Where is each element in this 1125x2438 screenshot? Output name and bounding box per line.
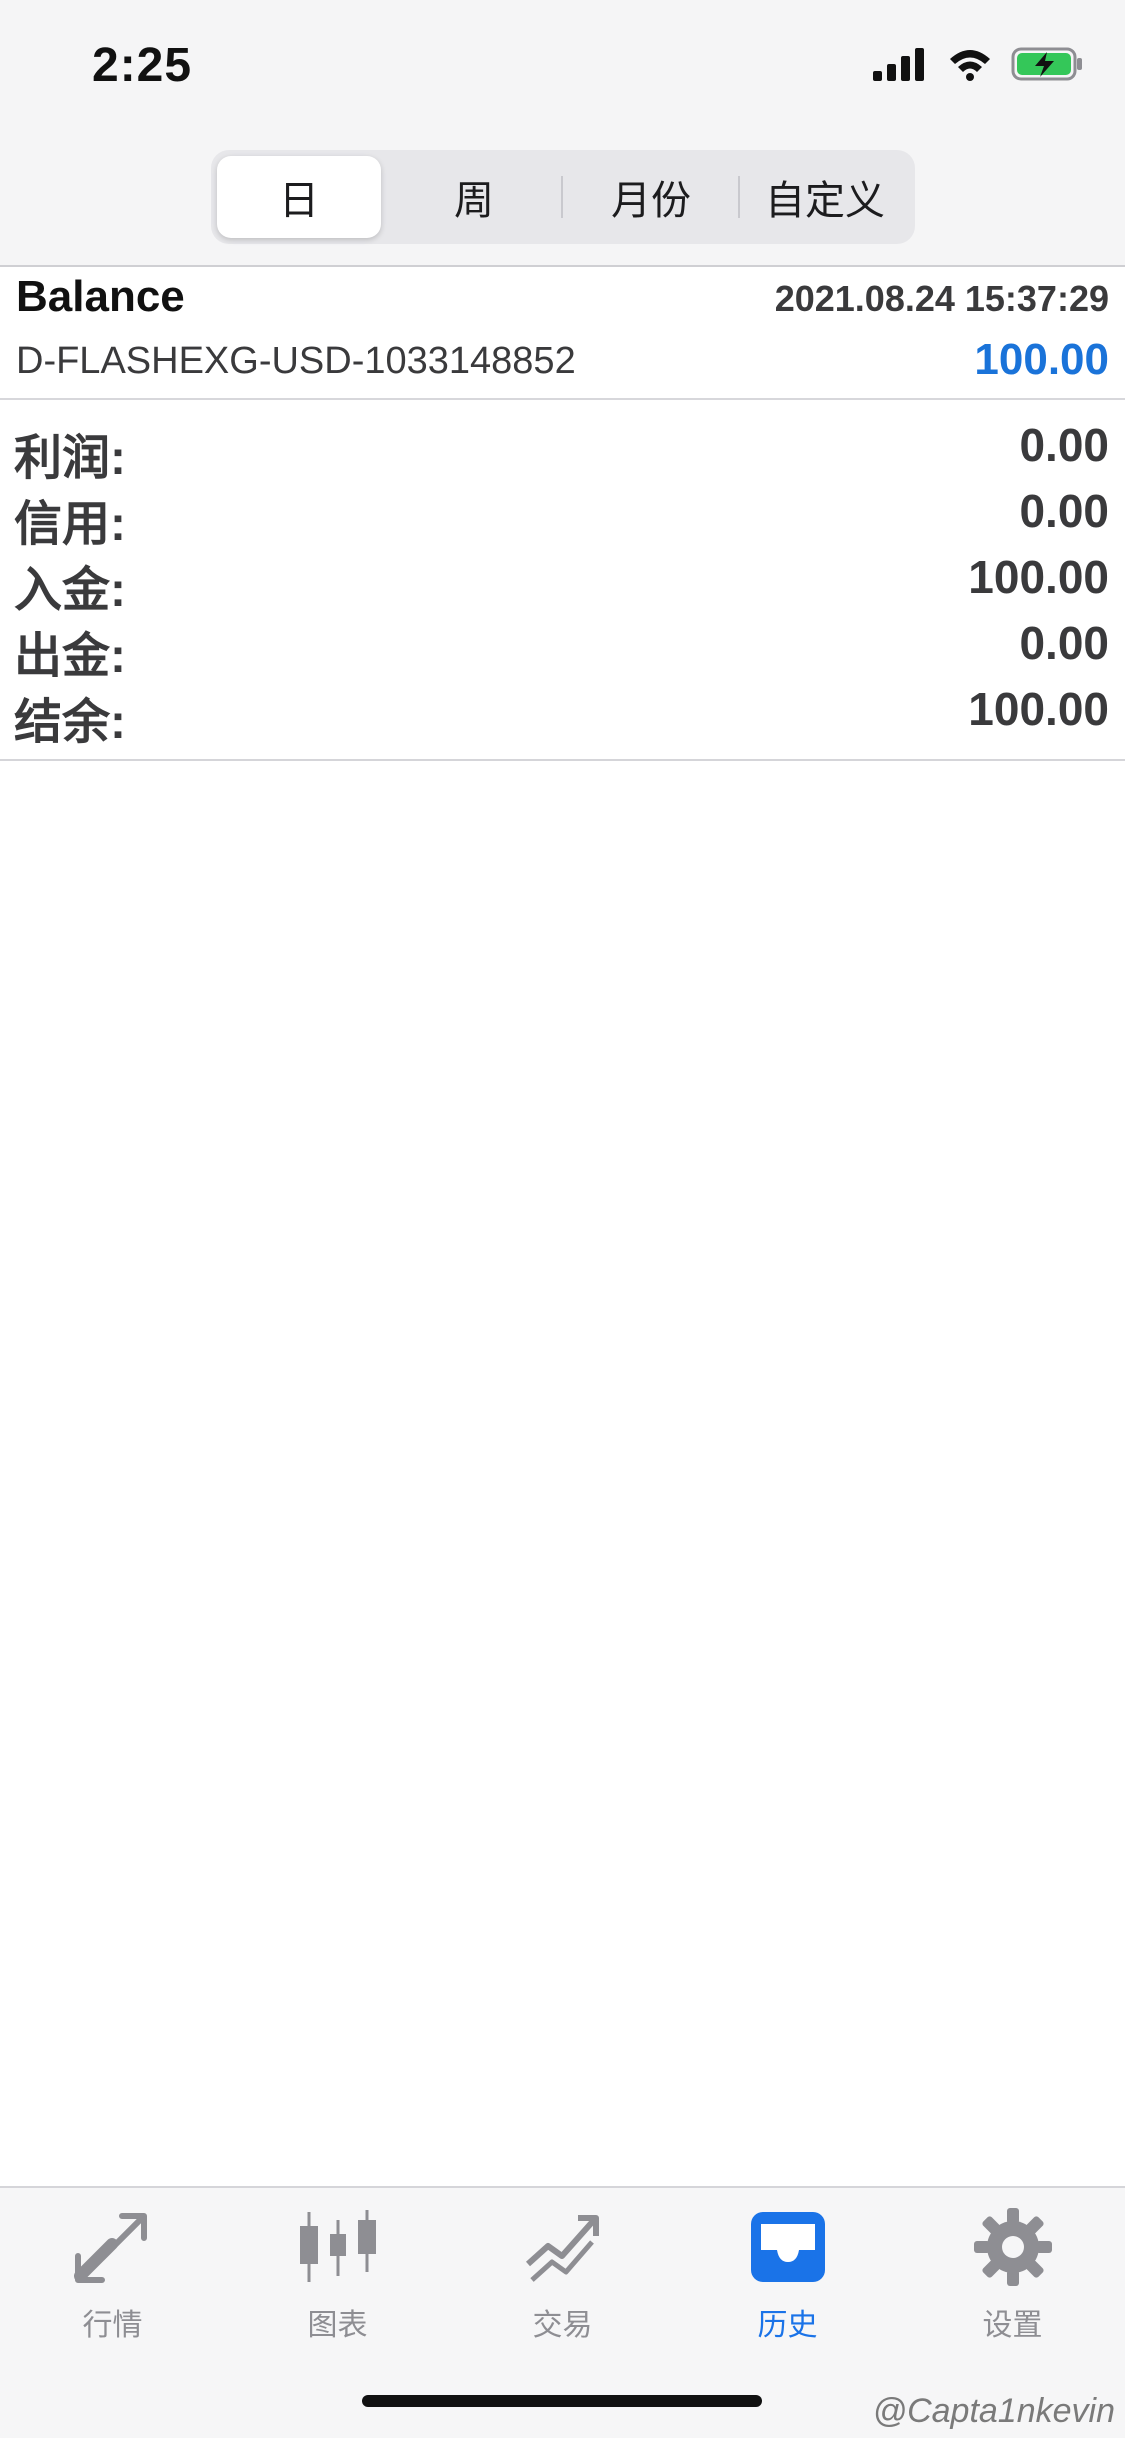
detail-row-balance: 结余: 100.00 [0,682,1125,749]
detail-value: 100.00 [968,683,1109,735]
home-indicator[interactable] [362,2395,762,2407]
segment-divider [561,176,563,218]
detail-label: 信用: [14,498,126,551]
record-account: D-FLASHEXG-USD-1033148852 [16,340,576,382]
detail-label: 出金: [14,630,126,683]
record-title: Balance [16,272,185,321]
status-time: 2:25 [92,39,193,92]
record-divider [0,398,1125,400]
signal-icon [873,47,929,86]
candlestick-chart-icon [297,2206,379,2288]
detail-row-credit: 信用: 0.00 [0,484,1125,551]
detail-row-deposit: 入金: 100.00 [0,550,1125,617]
detail-label: 结余: [14,696,126,749]
tab-label: 行情 [82,2309,143,2342]
tab-trade[interactable]: 交易 [450,2206,675,2356]
tab-label: 设置 [982,2309,1043,2342]
detail-label: 入金: [14,564,126,617]
detail-row-profit: 利润: 0.00 [0,418,1125,485]
quotes-arrows-icon [72,2206,154,2288]
gear-icon [972,2206,1054,2288]
top-header: 2:25 日 周 月份 自定义 [0,0,1125,267]
segment-day[interactable]: 日 [217,156,381,238]
segment-week[interactable]: 周 [392,156,556,238]
detail-row-withdrawal: 出金: 0.00 [0,616,1125,683]
tab-history[interactable]: 历史 [675,2206,900,2356]
detail-value: 0.00 [1019,617,1109,669]
segment-divider [738,176,740,218]
period-segmented-control: 日 周 月份 自定义 [211,150,915,244]
tab-label: 历史 [757,2309,818,2342]
inbox-tray-icon [747,2206,829,2288]
tab-label: 交易 [532,2309,593,2342]
record-datetime: 2021.08.24 15:37:29 [774,278,1109,319]
segment-month[interactable]: 月份 [569,156,733,238]
wifi-icon [947,47,993,86]
detail-value: 100.00 [968,551,1109,603]
battery-charging-icon [1011,46,1085,87]
trade-trend-icon [522,2206,604,2288]
watermark: @Capta1nkevin [872,2392,1115,2430]
segment-custom[interactable]: 自定义 [743,156,907,238]
detail-label: 利润: [14,432,126,485]
tab-charts[interactable]: 图表 [225,2206,450,2356]
record-amount: 100.00 [974,335,1109,384]
detail-value: 0.00 [1019,419,1109,471]
tab-settings[interactable]: 设置 [900,2206,1125,2356]
tab-label: 图表 [307,2309,368,2342]
detail-value: 0.00 [1019,485,1109,537]
status-icons [873,46,1085,86]
tab-quotes[interactable]: 行情 [0,2206,225,2356]
